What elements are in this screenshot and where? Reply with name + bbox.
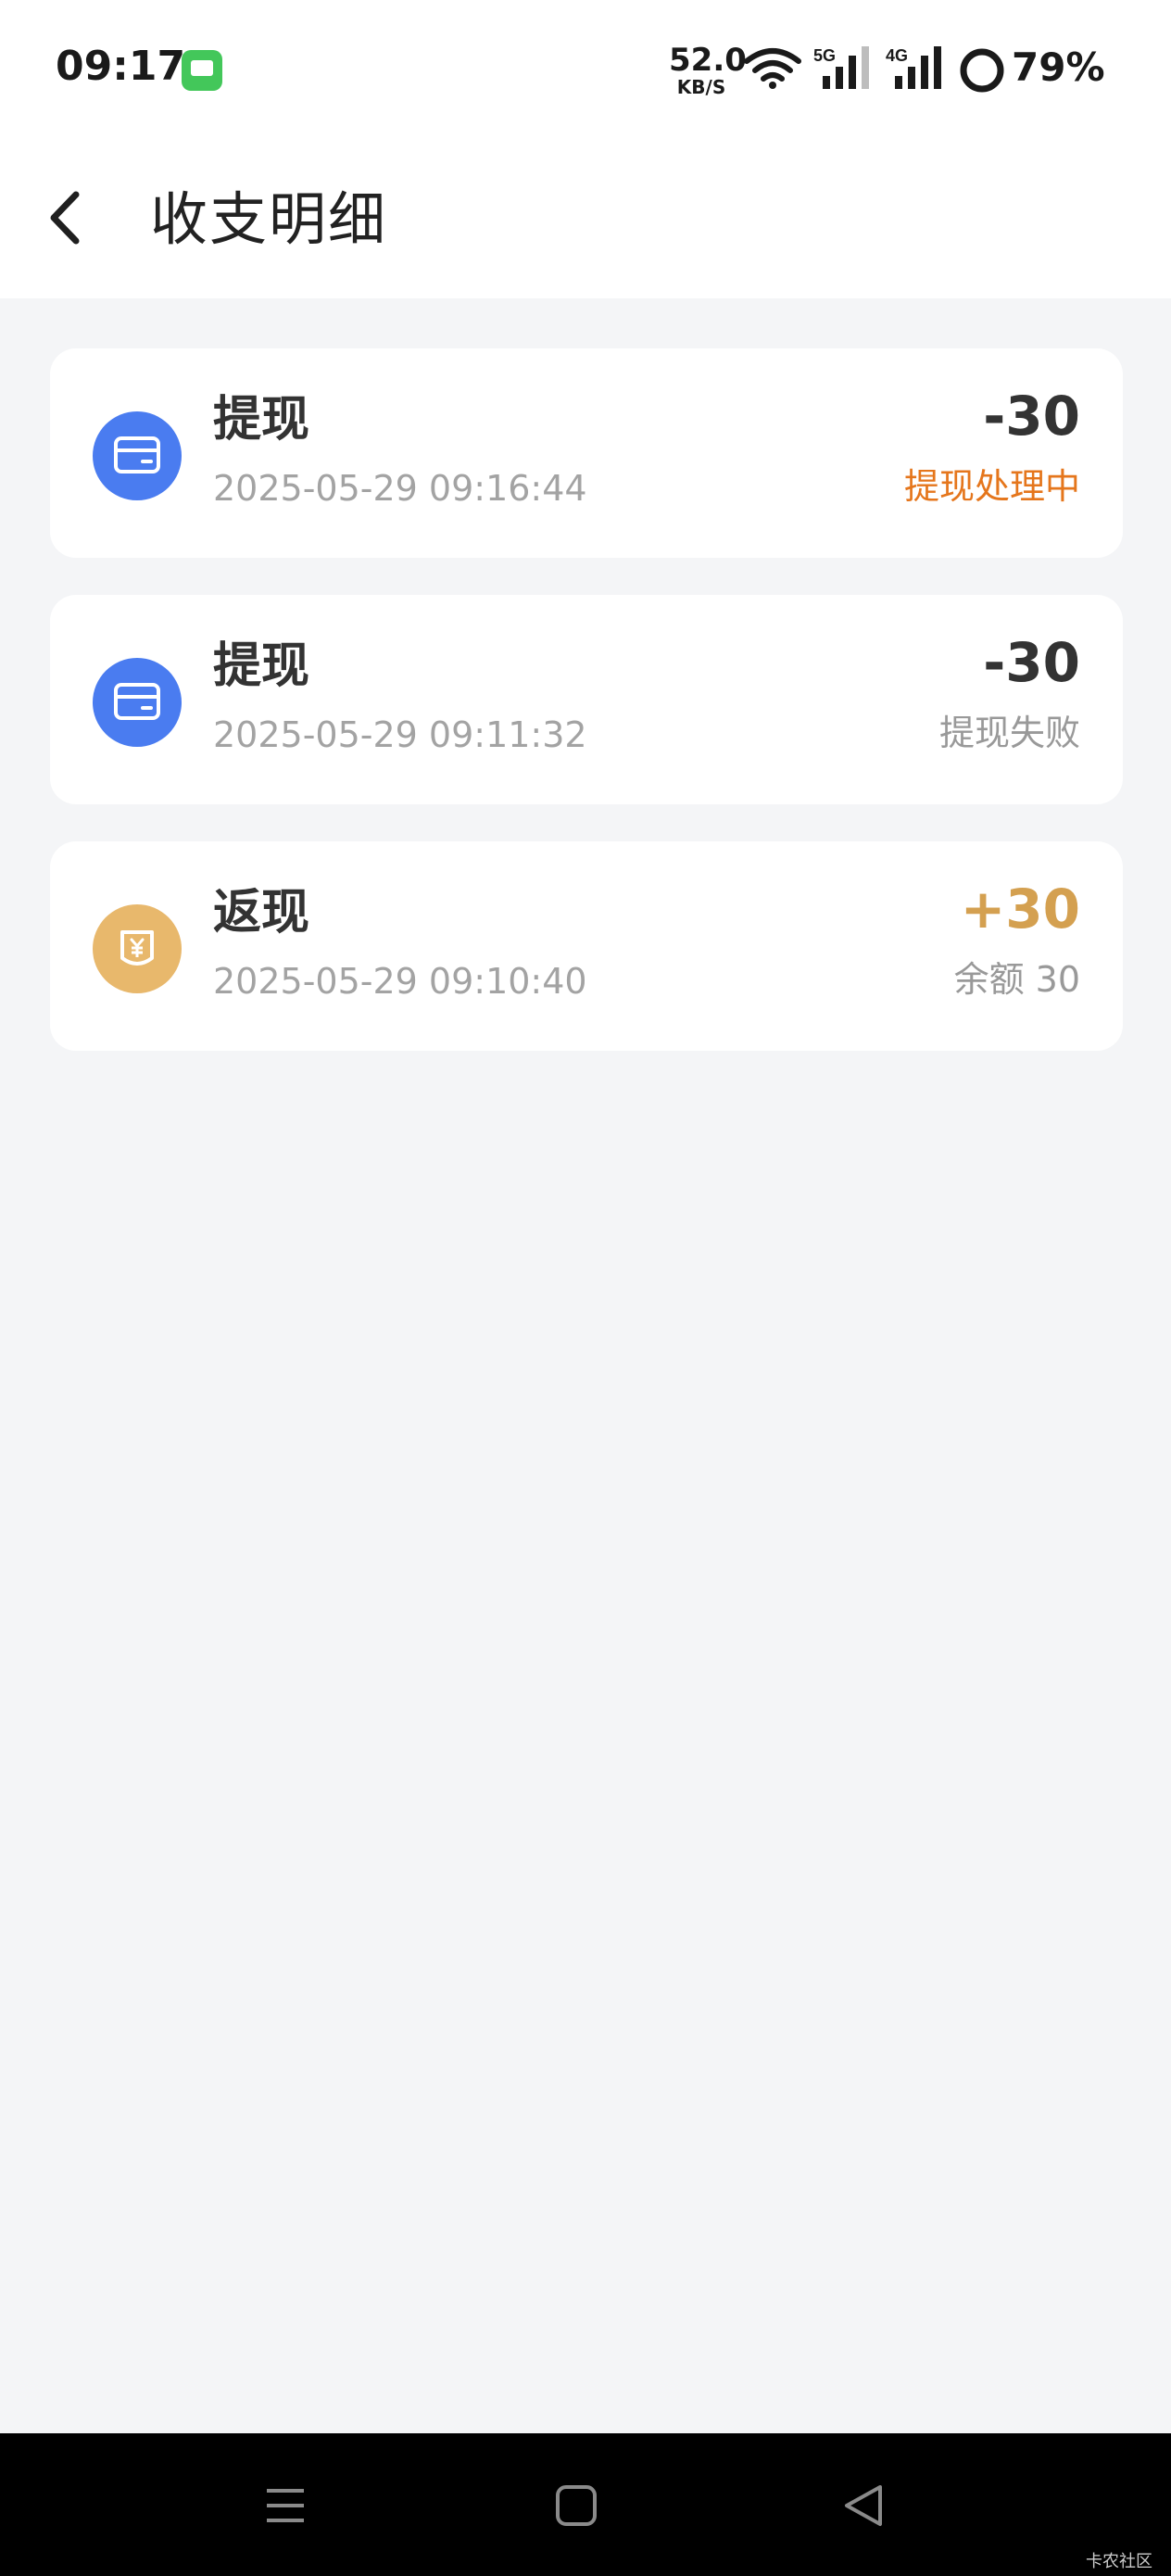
home-icon[interactable] <box>552 2481 600 2530</box>
cashback-yuan-icon <box>93 904 182 993</box>
page-header: 收支明细 <box>0 139 1171 298</box>
transaction-amount: -30 <box>983 631 1080 694</box>
back-triangle-icon[interactable] <box>839 2481 888 2530</box>
transaction-amount: +30 <box>960 878 1080 941</box>
message-app-icon <box>182 50 222 91</box>
transaction-time: 2025-05-29 09:10:40 <box>213 961 587 1002</box>
signal-5g-label: 5G <box>813 46 836 65</box>
network-speed-unit: KB/S <box>676 76 726 98</box>
transaction-status: 提现失败 <box>938 713 1080 753</box>
wifi-icon <box>744 48 801 89</box>
watermark: 卡农社区 <box>1086 2552 1152 2571</box>
transaction-amount: -30 <box>983 385 1080 448</box>
signal-4g-icon: 4G <box>886 46 941 89</box>
battery-percent: 79% <box>1012 44 1105 90</box>
status-time: 09:17 <box>56 43 186 90</box>
chevron-left-icon <box>50 191 80 245</box>
page-title: 收支明细 <box>150 185 388 253</box>
transaction-list: 提现 2025-05-29 09:16:44 -30 提现处理中 提现 2025… <box>50 348 1123 1088</box>
transaction-title: 提现 <box>213 392 310 448</box>
withdraw-card-icon <box>93 658 182 747</box>
signal-5g-icon: 5G <box>813 46 869 89</box>
transaction-title: 提现 <box>213 638 310 694</box>
status-bar: 09:17 52.0 KB/S 5G 4G 79% <box>0 0 1171 139</box>
transaction-status: 余额 30 <box>953 959 1080 1000</box>
back-button[interactable] <box>37 176 102 259</box>
system-nav-bar <box>0 2433 1171 2576</box>
transaction-time: 2025-05-29 09:11:32 <box>213 714 587 755</box>
transaction-time: 2025-05-29 09:16:44 <box>213 468 587 509</box>
transaction-item[interactable]: 提现 2025-05-29 09:16:44 -30 提现处理中 <box>50 348 1123 558</box>
signal-4g-label: 4G <box>886 46 908 65</box>
network-speed-value: 52.0 <box>669 42 747 79</box>
battery-ring-icon <box>960 48 1004 93</box>
transaction-status: 提现处理中 <box>903 466 1080 507</box>
transaction-item[interactable]: 返现 2025-05-29 09:10:40 +30 余额 30 <box>50 841 1123 1051</box>
withdraw-card-icon <box>93 411 182 500</box>
transaction-title: 返现 <box>213 885 310 941</box>
transaction-item[interactable]: 提现 2025-05-29 09:11:32 -30 提现失败 <box>50 595 1123 804</box>
network-speed: 52.0 KB/S <box>669 42 747 98</box>
menu-icon[interactable] <box>261 2481 309 2530</box>
